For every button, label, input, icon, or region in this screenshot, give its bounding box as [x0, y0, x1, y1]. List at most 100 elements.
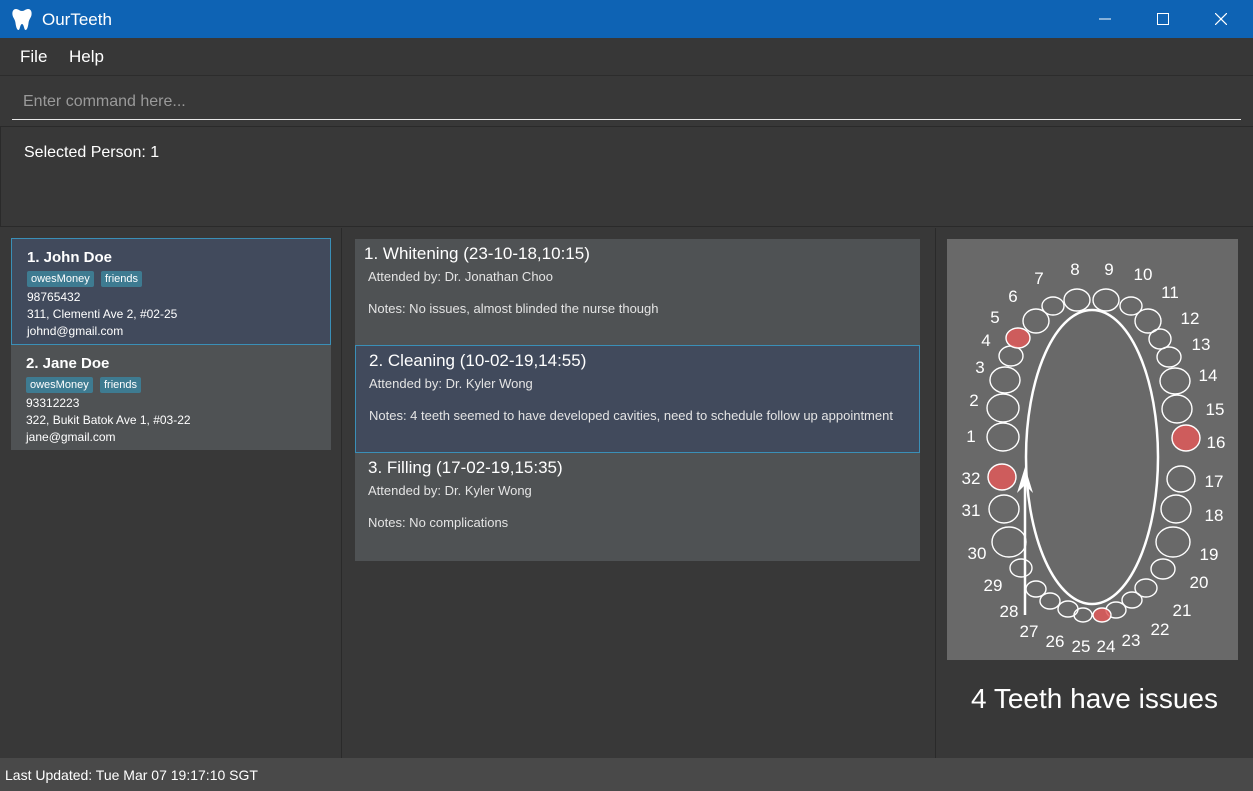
- person-card[interactable]: 2. Jane Doe owesMoney friends 93312223 3…: [11, 345, 331, 450]
- mouth-outline: [1024, 308, 1160, 606]
- tooth-15: [1161, 394, 1193, 424]
- tooth-number-label: 27: [1020, 622, 1039, 641]
- tag: friends: [101, 271, 143, 287]
- appointment-attended-by: Attended by: Dr. Jonathan Choo: [368, 269, 554, 284]
- appointment-list-panel: 1. Whitening (23-10-18,10:15) Attended b…: [342, 228, 936, 758]
- tooth-28: [1025, 580, 1047, 598]
- title-bar: OurTeeth: [0, 0, 1253, 38]
- appointment-title: 1. Whitening (23-10-18,10:15): [364, 244, 590, 263]
- tooth-number-label: 28: [1000, 602, 1019, 621]
- tooth-25: [1073, 607, 1093, 623]
- tooth-number-label: 9: [1104, 260, 1113, 279]
- tooth-number-label: 21: [1173, 601, 1192, 620]
- tooth-problem-5: [1005, 327, 1031, 349]
- maximize-button[interactable]: [1134, 0, 1192, 38]
- tooth-number-label: 11: [1161, 283, 1179, 302]
- tooth-3: [989, 366, 1021, 394]
- tooth-number-label: 24: [1097, 637, 1116, 656]
- appointment-card[interactable]: 1. Whitening (23-10-18,10:15) Attended b…: [355, 239, 920, 345]
- tooth-number-label: 7: [1034, 269, 1043, 288]
- appointment-title: 3. Filling (17-02-19,15:35): [368, 458, 563, 477]
- appointment-attended-by: Attended by: Dr. Kyler Wong: [369, 376, 533, 391]
- command-input[interactable]: [12, 84, 1241, 120]
- tooth-number-label: 12: [1181, 309, 1200, 328]
- tooth-problem-32: [987, 463, 1017, 491]
- person-email: johnd@gmail.com: [27, 324, 124, 338]
- tooth-18: [1160, 494, 1192, 524]
- tooth-12: [1148, 328, 1172, 350]
- tooth-8: [1063, 288, 1091, 312]
- tooth-1: [986, 422, 1020, 452]
- tooth-number-label: 3: [975, 358, 984, 377]
- person-card[interactable]: 1. John Doe owesMoney friends 98765432 3…: [11, 238, 331, 345]
- last-updated-text: Last Updated: Tue Mar 07 19:17:10 SGT: [5, 767, 258, 783]
- tooth-number-label: 17: [1205, 472, 1224, 491]
- person-email: jane@gmail.com: [26, 430, 116, 444]
- app-title: OurTeeth: [42, 10, 112, 29]
- tooth-number-label: 13: [1192, 335, 1211, 354]
- person-name: 2. Jane Doe: [26, 355, 110, 372]
- appointment-card[interactable]: 3. Filling (17-02-19,15:35) Attended by:…: [355, 453, 920, 561]
- tooth-26: [1057, 600, 1079, 618]
- teeth-chart: 1 2 3 4 5 6 7 8 9 10 11 12 13 14 15 16 17 18 19 20 21 22 23 24 2…: [947, 239, 1238, 660]
- tooth-number-label: 10: [1134, 265, 1153, 284]
- tooth-7: [1041, 296, 1065, 316]
- person-name: 1. John Doe: [27, 249, 113, 266]
- tooth-14: [1159, 367, 1191, 395]
- tooth-number-label: 22: [1151, 620, 1170, 639]
- command-box: [0, 76, 1253, 127]
- tag: friends: [100, 377, 142, 393]
- menu-help[interactable]: Help: [69, 47, 104, 67]
- appointment-attended-by: Attended by: Dr. Kyler Wong: [368, 483, 532, 498]
- tooth-number-label: 26: [1046, 632, 1065, 651]
- tooth-number-label: 2: [969, 391, 978, 410]
- tooth-number-label: 23: [1122, 631, 1141, 650]
- appointment-notes: Notes: No issues, almost blinded the nur…: [368, 301, 659, 316]
- tooth-13: [1156, 346, 1182, 368]
- status-bar: Last Updated: Tue Mar 07 19:17:10 SGT: [0, 758, 1253, 791]
- tooth-number-label: 32: [962, 469, 981, 488]
- tooth-number-label: 20: [1190, 573, 1209, 592]
- tooth-number-label: 6: [1008, 287, 1017, 306]
- close-icon: [1215, 13, 1227, 25]
- result-text: Selected Person: 1: [24, 144, 160, 161]
- tooth-number-label: 19: [1200, 545, 1219, 564]
- tooth-icon: [12, 9, 32, 30]
- minimize-button[interactable]: [1076, 0, 1134, 38]
- appointment-card[interactable]: 2. Cleaning (10-02-19,14:55) Attended by…: [355, 345, 920, 453]
- tooth-number-label: 18: [1205, 506, 1224, 525]
- appointment-notes: Notes: No complications: [368, 515, 509, 530]
- person-phone: 98765432: [27, 290, 81, 304]
- teeth-panel: 1 2 3 4 5 6 7 8 9 10 11 12 13 14 15 16 17 18 19 20 21 22 23 24 2…: [936, 228, 1253, 758]
- tooth-number-label: 31: [962, 501, 981, 520]
- tooth-20: [1150, 558, 1176, 580]
- tooth-number-label: 30: [968, 544, 987, 563]
- tooth-30: [991, 526, 1027, 558]
- tag: owesMoney: [27, 271, 94, 287]
- close-button[interactable]: [1192, 0, 1250, 38]
- tooth-number-label: 25: [1072, 637, 1091, 656]
- appointment-notes: Notes: 4 teeth seemed to have developed …: [369, 408, 893, 423]
- tooth-9: [1092, 288, 1120, 312]
- tooth-problem-16: [1171, 424, 1201, 452]
- tag: owesMoney: [26, 377, 93, 393]
- person-address: 322, Bukit Batok Ave 1, #03-22: [26, 413, 191, 427]
- tooth-number-label: 14: [1199, 366, 1218, 385]
- person-address: 311, Clementi Ave 2, #02-25: [27, 307, 178, 321]
- tooth-4: [998, 345, 1024, 367]
- appointment-title: 2. Cleaning (10-02-19,14:55): [369, 351, 587, 370]
- teeth-diagram: 1234567 8 9 1011121314151617181920212223242…: [962, 260, 1226, 656]
- minimize-icon: [1099, 18, 1111, 20]
- menu-bar: File Help: [0, 38, 1253, 76]
- tooth-number-label: 5: [990, 308, 999, 327]
- tooth-number-label: 29: [984, 576, 1003, 595]
- app-window: OurTeeth File Help Selected Person: 1 1.…: [0, 0, 1253, 791]
- tooth-number-label: 8: [1070, 260, 1079, 279]
- result-display: Selected Person: 1: [0, 127, 1253, 227]
- tooth-number-label: 16: [1207, 433, 1226, 452]
- menu-file[interactable]: File: [20, 47, 47, 67]
- person-list-panel: 1. John Doe owesMoney friends 98765432 3…: [0, 228, 342, 758]
- tooth-number-label: 1: [966, 427, 975, 446]
- maximize-icon: [1157, 13, 1169, 25]
- teeth-issues-summary: 4 Teeth have issues: [971, 683, 1218, 714]
